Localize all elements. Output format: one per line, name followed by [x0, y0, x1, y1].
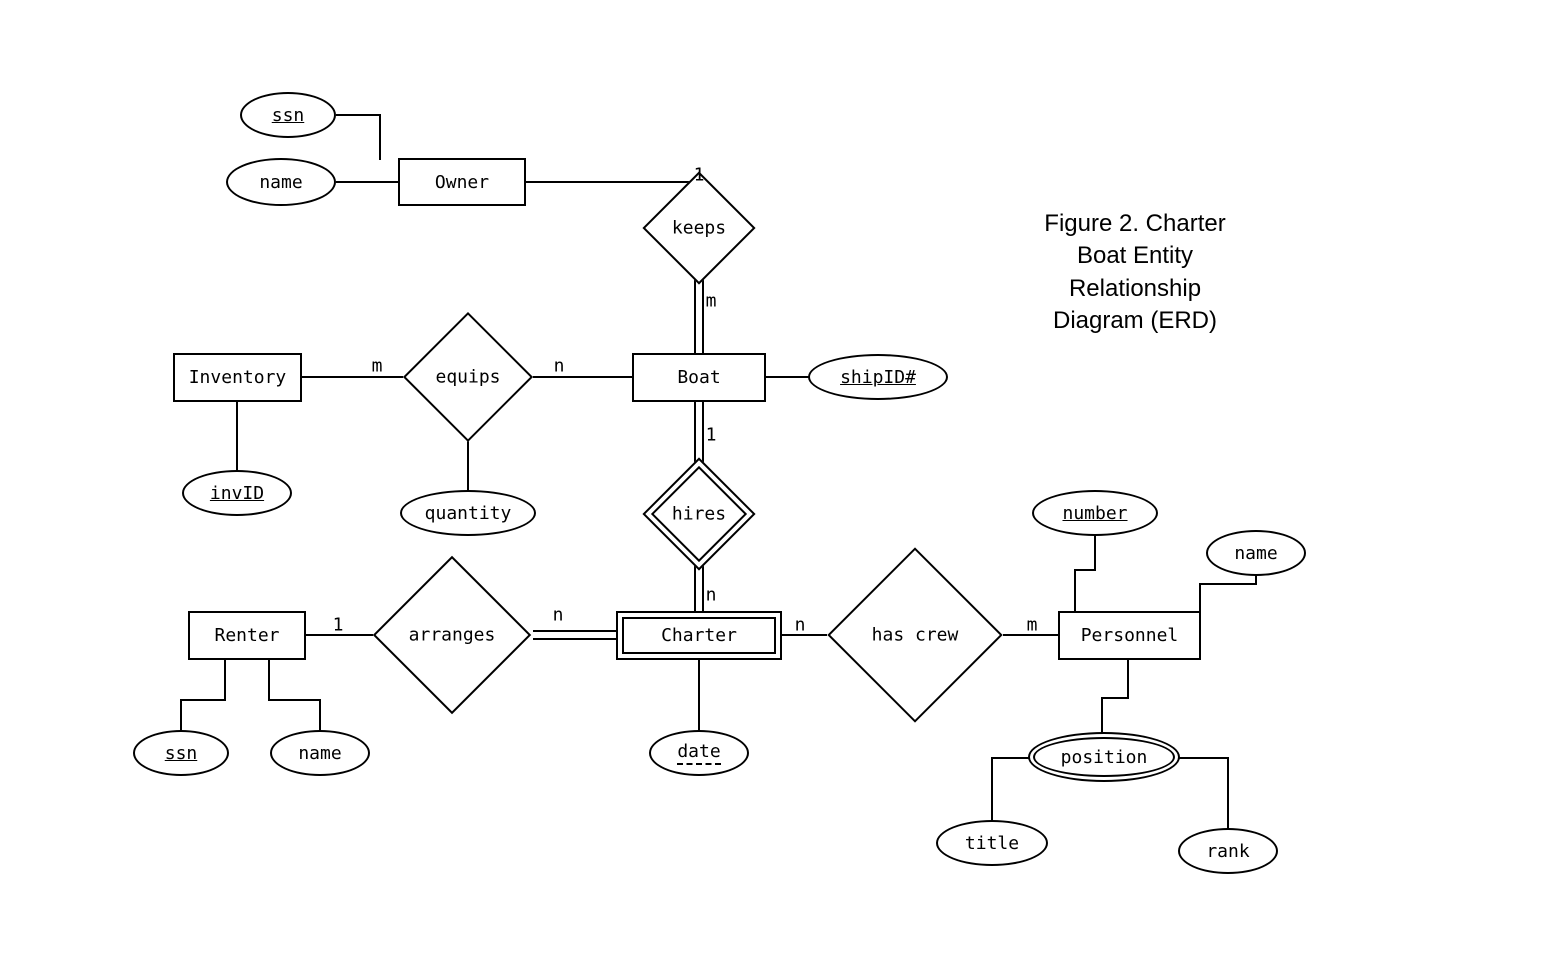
attr-invid: invID: [182, 470, 292, 516]
attr-owner-name: name: [226, 158, 336, 206]
attr-shipid: shipID#: [808, 354, 948, 400]
entity-charter: Charter: [616, 611, 782, 660]
erd-canvas: Owner Inventory Boat Renter Charter Pers…: [0, 0, 1564, 976]
attr-owner-ssn: ssn: [240, 92, 336, 138]
card-equips-boat: n: [554, 356, 565, 377]
card-hires-boat: 1: [706, 425, 717, 446]
attr-number: number: [1032, 490, 1158, 536]
card-arranges-charter: n: [553, 605, 564, 626]
card-hires-charter: n: [706, 585, 717, 606]
entity-charter-inner: Charter: [622, 617, 776, 654]
attr-quantity: quantity: [400, 490, 536, 536]
attr-rank: rank: [1178, 828, 1278, 874]
attr-date: date: [649, 730, 749, 776]
entity-boat: Boat: [632, 353, 766, 402]
card-hascrew-personnel: m: [1027, 615, 1038, 636]
attr-renter-name: name: [270, 730, 370, 776]
attr-personnel-name: name: [1206, 530, 1306, 576]
attr-position: position: [1028, 732, 1180, 782]
entity-personnel: Personnel: [1058, 611, 1201, 660]
card-equips-inventory: m: [372, 356, 383, 377]
entity-renter: Renter: [188, 611, 306, 660]
entity-owner: Owner: [398, 158, 526, 206]
card-hascrew-charter: n: [795, 615, 806, 636]
entity-inventory: Inventory: [173, 353, 302, 402]
figure-caption: Figure 2. Charter Boat Entity Relationsh…: [1030, 208, 1240, 338]
card-keeps-owner: 1: [694, 165, 705, 186]
card-arranges-renter: 1: [333, 615, 344, 636]
card-keeps-boat: m: [706, 291, 717, 312]
attr-renter-ssn: ssn: [133, 730, 229, 776]
attr-title: title: [936, 820, 1048, 866]
